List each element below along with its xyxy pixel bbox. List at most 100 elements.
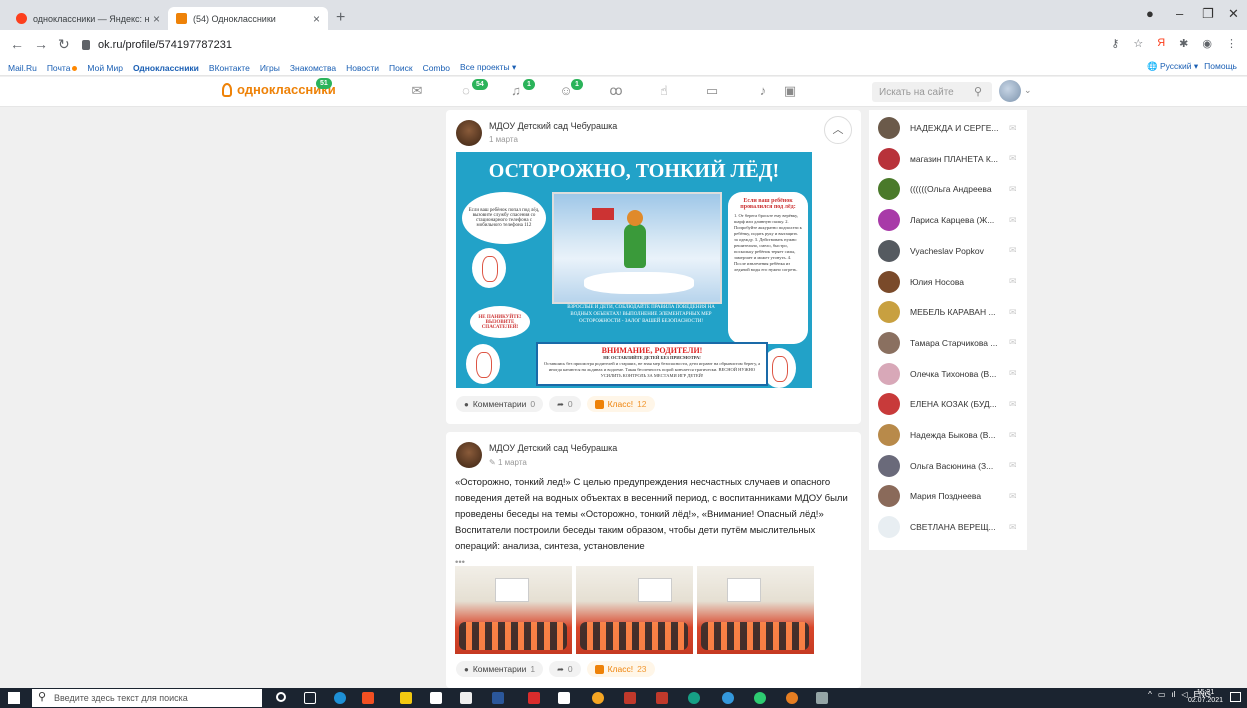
language-select[interactable]: 🌐 Русский ▾ bbox=[1147, 61, 1198, 72]
app-blue-icon[interactable] bbox=[722, 692, 734, 704]
friend-name[interactable]: Лариса Карцева (Ж... bbox=[910, 215, 1005, 225]
tab-yandex[interactable]: одноклассники — Яндекс: нашл × bbox=[8, 7, 168, 30]
guests-icon[interactable]: ꝏ bbox=[608, 84, 624, 98]
friend-item[interactable]: Лариса Карцева (Ж... ✉ bbox=[878, 209, 1023, 232]
video-icon[interactable]: ▣ bbox=[782, 84, 798, 98]
post-photo[interactable] bbox=[697, 566, 814, 654]
game-icon[interactable] bbox=[624, 692, 636, 704]
message-icon[interactable]: ✉ bbox=[1009, 184, 1017, 195]
chevron-down-icon[interactable]: ⌄ bbox=[1024, 85, 1032, 96]
music-icon[interactable]: ♪ bbox=[755, 84, 771, 98]
friend-item[interactable]: СВЕТЛАНА ВЕРЕЩ... ✉ bbox=[878, 516, 1023, 539]
windows-store-icon[interactable] bbox=[362, 692, 374, 704]
messages-icon[interactable]: ✉ bbox=[409, 84, 425, 98]
friend-name[interactable]: НАДЕЖДА И СЕРГЕ... bbox=[910, 123, 1005, 133]
extension-icon[interactable]: Я bbox=[1157, 37, 1165, 50]
message-icon[interactable]: ✉ bbox=[1009, 491, 1017, 502]
message-icon[interactable]: ✉ bbox=[1009, 399, 1017, 410]
friend-avatar[interactable] bbox=[878, 362, 900, 385]
friend-item[interactable]: Надежда Быкова (В... ✉ bbox=[878, 424, 1023, 446]
netflix-icon[interactable] bbox=[528, 692, 540, 704]
bookmark-ok[interactable]: Одноклассники bbox=[133, 63, 199, 73]
bookmark-all-projects[interactable]: Все проекты ▾ bbox=[460, 62, 516, 73]
bookmark-vk[interactable]: ВКонтакте bbox=[209, 63, 250, 73]
cortana-icon[interactable] bbox=[276, 692, 286, 702]
close-tab-icon[interactable]: × bbox=[153, 12, 160, 26]
bookmark-search[interactable]: Поиск bbox=[389, 63, 413, 73]
gifts-icon[interactable]: ▭ bbox=[704, 84, 720, 98]
bookmark-pochta[interactable]: Почта bbox=[47, 63, 78, 73]
maximize-icon[interactable]: ❐ bbox=[1202, 6, 1214, 22]
friend-name[interactable]: Мария Позднеева bbox=[910, 491, 1005, 501]
app-green-icon[interactable] bbox=[754, 692, 766, 704]
post-image-poster[interactable]: ОСТОРОЖНО, ТОНКИЙ ЛЁД! Если ваш ребёнок … bbox=[456, 152, 812, 388]
friend-name[interactable]: магазин ПЛАНЕТА К... bbox=[910, 154, 1005, 164]
author-avatar[interactable] bbox=[452, 120, 486, 146]
friend-name[interactable]: МЕБЕЛЬ КАРАВАН ... bbox=[910, 307, 1005, 317]
friend-avatar[interactable] bbox=[878, 117, 900, 139]
share-button[interactable]: ➦ 0 bbox=[549, 661, 581, 677]
friend-item[interactable]: Тамара Старчикова ... ✉ bbox=[878, 331, 1023, 354]
edge-icon[interactable] bbox=[334, 692, 346, 704]
close-tab-icon[interactable]: × bbox=[313, 12, 320, 26]
comments-button[interactable]: ● Комментарии 0 bbox=[456, 396, 544, 412]
comments-button[interactable]: ● Комментарии 1 bbox=[456, 661, 544, 677]
profile-icon[interactable]: ● bbox=[1146, 6, 1154, 21]
reload-icon[interactable]: ↻ bbox=[58, 36, 70, 53]
bookmark-mailru[interactable]: Mail.Ru bbox=[8, 63, 37, 73]
message-icon[interactable]: ✉ bbox=[1009, 337, 1017, 348]
friend-avatar[interactable] bbox=[878, 178, 900, 201]
marks-icon[interactable]: ☝ bbox=[656, 84, 672, 98]
notifications-icon[interactable]: ♫ bbox=[508, 84, 524, 98]
close-window-icon[interactable]: ✕ bbox=[1228, 6, 1239, 22]
friend-item[interactable]: ЕЛЕНА КОЗАК (БУД... ✉ bbox=[878, 393, 1023, 416]
store-bag-icon[interactable] bbox=[430, 692, 442, 704]
network-icon[interactable]: ▭ bbox=[1158, 690, 1166, 699]
account-icon[interactable]: ◉ bbox=[1202, 37, 1212, 50]
post-date[interactable]: ✎ 1 марта bbox=[489, 458, 527, 467]
message-icon[interactable]: ✉ bbox=[1009, 245, 1017, 256]
friend-name[interactable]: Тамара Старчикова ... bbox=[910, 338, 1005, 348]
post-author[interactable]: МДОУ Детский сад Чебурашка bbox=[489, 443, 617, 453]
message-icon[interactable]: ✉ bbox=[1009, 153, 1017, 164]
ebay-icon[interactable] bbox=[558, 692, 570, 704]
friend-item[interactable]: НАДЕЖДА И СЕРГЕ... ✉ bbox=[878, 117, 1023, 139]
message-icon[interactable]: ✉ bbox=[1009, 215, 1017, 226]
app-b-icon[interactable] bbox=[492, 692, 504, 704]
friend-item[interactable]: Ольга Васюнина (З... ✉ bbox=[878, 454, 1023, 477]
bookmark-combo[interactable]: Combo bbox=[423, 63, 450, 73]
user-avatar[interactable] bbox=[999, 80, 1021, 102]
friend-item[interactable]: ((((((Ольга Андреева ✉ bbox=[878, 178, 1023, 201]
volume-icon[interactable]: ◁ bbox=[1182, 690, 1188, 699]
chrome-icon[interactable] bbox=[786, 692, 798, 704]
friend-name[interactable]: Олечка Тихонова (В... bbox=[910, 369, 1005, 379]
klass-button[interactable]: Класс! 23 bbox=[586, 661, 655, 677]
collapse-chevron-up-icon[interactable]: ︿ bbox=[824, 116, 852, 144]
friend-avatar[interactable] bbox=[878, 239, 900, 262]
taskbar-clock[interactable]: 15:21 02.07.2021 bbox=[1188, 689, 1223, 705]
bookmark-games[interactable]: Игры bbox=[260, 63, 280, 73]
message-icon[interactable]: ✉ bbox=[1009, 460, 1017, 471]
post-date[interactable]: 1 марта bbox=[489, 135, 518, 144]
menu-icon[interactable]: ⋮ bbox=[1226, 37, 1237, 50]
friend-item[interactable]: Олечка Тихонова (В... ✉ bbox=[878, 362, 1023, 385]
task-view-icon[interactable] bbox=[304, 692, 316, 704]
back-icon[interactable]: ← bbox=[10, 36, 24, 52]
friend-name[interactable]: Ольга Васюнина (З... bbox=[910, 461, 1005, 471]
post-photo[interactable] bbox=[576, 566, 693, 654]
message-icon[interactable]: ✉ bbox=[1009, 522, 1017, 533]
bookmark-moi-mir[interactable]: Мой Мир bbox=[87, 63, 123, 73]
app-red-icon[interactable] bbox=[656, 692, 668, 704]
message-icon[interactable]: ✉ bbox=[1009, 276, 1017, 287]
friend-name[interactable]: Надежда Быкова (В... bbox=[910, 430, 1005, 440]
friend-avatar[interactable] bbox=[878, 485, 900, 508]
message-icon[interactable]: ✉ bbox=[1009, 430, 1017, 441]
url-field[interactable]: ok.ru/profile/574197787231 bbox=[82, 35, 1102, 55]
site-search-input[interactable]: Искать на сайте ⚲ bbox=[872, 82, 992, 102]
message-icon[interactable]: ✉ bbox=[1009, 123, 1017, 134]
search-icon[interactable]: ⚲ bbox=[974, 85, 982, 98]
friend-name[interactable]: ((((((Ольга Андреева bbox=[910, 184, 1005, 194]
taskbar-search-input[interactable]: ⚲ Введите здесь текст для поиска bbox=[32, 689, 262, 707]
windows-start-icon[interactable] bbox=[8, 692, 20, 704]
friend-name[interactable]: СВЕТЛАНА ВЕРЕЩ... bbox=[910, 522, 1005, 532]
